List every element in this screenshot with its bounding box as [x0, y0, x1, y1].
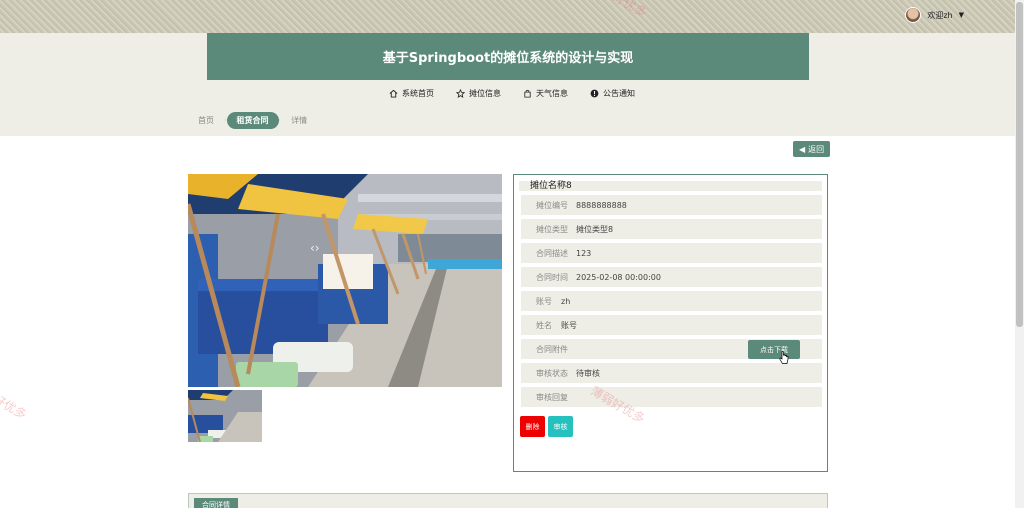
- field-label: 审核状态: [536, 368, 568, 378]
- stall-thumbnail-illustration: [188, 390, 262, 442]
- field-value: 2025-02-08 00:00:00: [576, 272, 661, 282]
- nav-item-weather[interactable]: 天气信息: [523, 88, 568, 99]
- field-account: 账号 zh: [521, 291, 822, 311]
- tab-contract-detail[interactable]: 合同详情: [194, 498, 238, 508]
- watermark: 好优多: [0, 391, 29, 422]
- field-audit-reply: 审核回复: [521, 387, 822, 407]
- nav-item-stalls[interactable]: 摊位信息: [456, 88, 501, 99]
- field-label: 账号: [536, 296, 552, 306]
- field-label: 摊位类型: [536, 224, 568, 234]
- field-stall-type: 摊位类型 摊位类型8: [521, 219, 822, 239]
- info-icon: [590, 89, 599, 98]
- download-button[interactable]: 点击下载: [748, 340, 800, 359]
- nav-item-label: 公告通知: [603, 89, 635, 98]
- bag-icon: [524, 89, 531, 98]
- back-button[interactable]: ◀ 返回: [793, 141, 831, 157]
- field-label: 合同附件: [536, 344, 568, 354]
- user-menu[interactable]: 欢迎zh ▼: [905, 7, 964, 23]
- breadcrumb-contract[interactable]: 租赁合同: [226, 112, 279, 129]
- nav-item-home[interactable]: 系统首页: [389, 88, 434, 99]
- user-greeting[interactable]: 欢迎zh: [927, 10, 952, 21]
- stall-photo-illustration: ‹›: [188, 174, 502, 387]
- stall-thumbnail[interactable]: [188, 390, 262, 442]
- contract-detail-section: 合同详情: [188, 493, 828, 508]
- field-label: 合同描述: [536, 248, 568, 258]
- field-label: 姓名: [536, 320, 552, 330]
- hand-cursor-icon: [779, 351, 789, 364]
- scrollbar-thumb[interactable]: [1016, 2, 1023, 327]
- field-label: 审核回复: [536, 392, 568, 402]
- field-audit-status: 审核状态 待审核: [521, 363, 822, 383]
- header: 基于Springboot的摊位系统的设计与实现 系统首页 摊位信息 天气信息 公…: [0, 33, 1024, 136]
- caret-down-icon[interactable]: ▼: [959, 11, 964, 19]
- delete-button[interactable]: 删除: [520, 416, 545, 437]
- svg-text:‹›: ‹›: [310, 241, 320, 255]
- main-nav: 系统首页 摊位信息 天气信息 公告通知: [0, 88, 1024, 99]
- field-label: 合同时间: [536, 272, 568, 282]
- star-icon: [456, 89, 465, 98]
- scrollbar[interactable]: [1015, 0, 1024, 508]
- field-value: zh: [561, 296, 571, 306]
- nav-item-notice[interactable]: 公告通知: [590, 88, 635, 99]
- nav-item-label: 天气信息: [536, 89, 568, 98]
- audit-button[interactable]: 审核: [548, 416, 573, 437]
- breadcrumb-home[interactable]: 首页: [188, 112, 224, 129]
- breadcrumb: 首页 · 租赁合同 · 详情: [188, 112, 317, 129]
- stall-photo[interactable]: ‹›: [188, 174, 502, 387]
- nav-item-label: 系统首页: [402, 89, 434, 98]
- home-icon: [389, 89, 398, 98]
- field-value: 8888888888: [576, 200, 627, 210]
- field-contract-time: 合同时间 2025-02-08 00:00:00: [521, 267, 822, 287]
- breadcrumb-detail: 详情: [291, 116, 308, 125]
- back-button-label: 返回: [808, 144, 825, 154]
- field-stall-number: 摊位编号 8888888888: [521, 195, 822, 215]
- field-contract-desc: 合同描述 123: [521, 243, 822, 263]
- nav-item-label: 摊位信息: [469, 89, 501, 98]
- caret-left-icon: ◀: [799, 144, 806, 154]
- field-value: 摊位类型8: [576, 224, 614, 234]
- field-value: 账号: [561, 320, 577, 330]
- detail-panel: 摊位名称8 摊位编号 8888888888 摊位类型 摊位类型8 合同描述 12…: [513, 174, 828, 472]
- field-value: 123: [576, 248, 592, 258]
- field-label: 摊位编号: [536, 200, 568, 210]
- field-name: 姓名 账号: [521, 315, 822, 335]
- site-title: 基于Springboot的摊位系统的设计与实现: [207, 33, 809, 80]
- field-value: 待审核: [576, 368, 600, 378]
- stall-name-title: 摊位名称8: [519, 181, 822, 191]
- top-bar: 欢迎zh ▼: [0, 0, 1024, 33]
- avatar[interactable]: [905, 7, 922, 23]
